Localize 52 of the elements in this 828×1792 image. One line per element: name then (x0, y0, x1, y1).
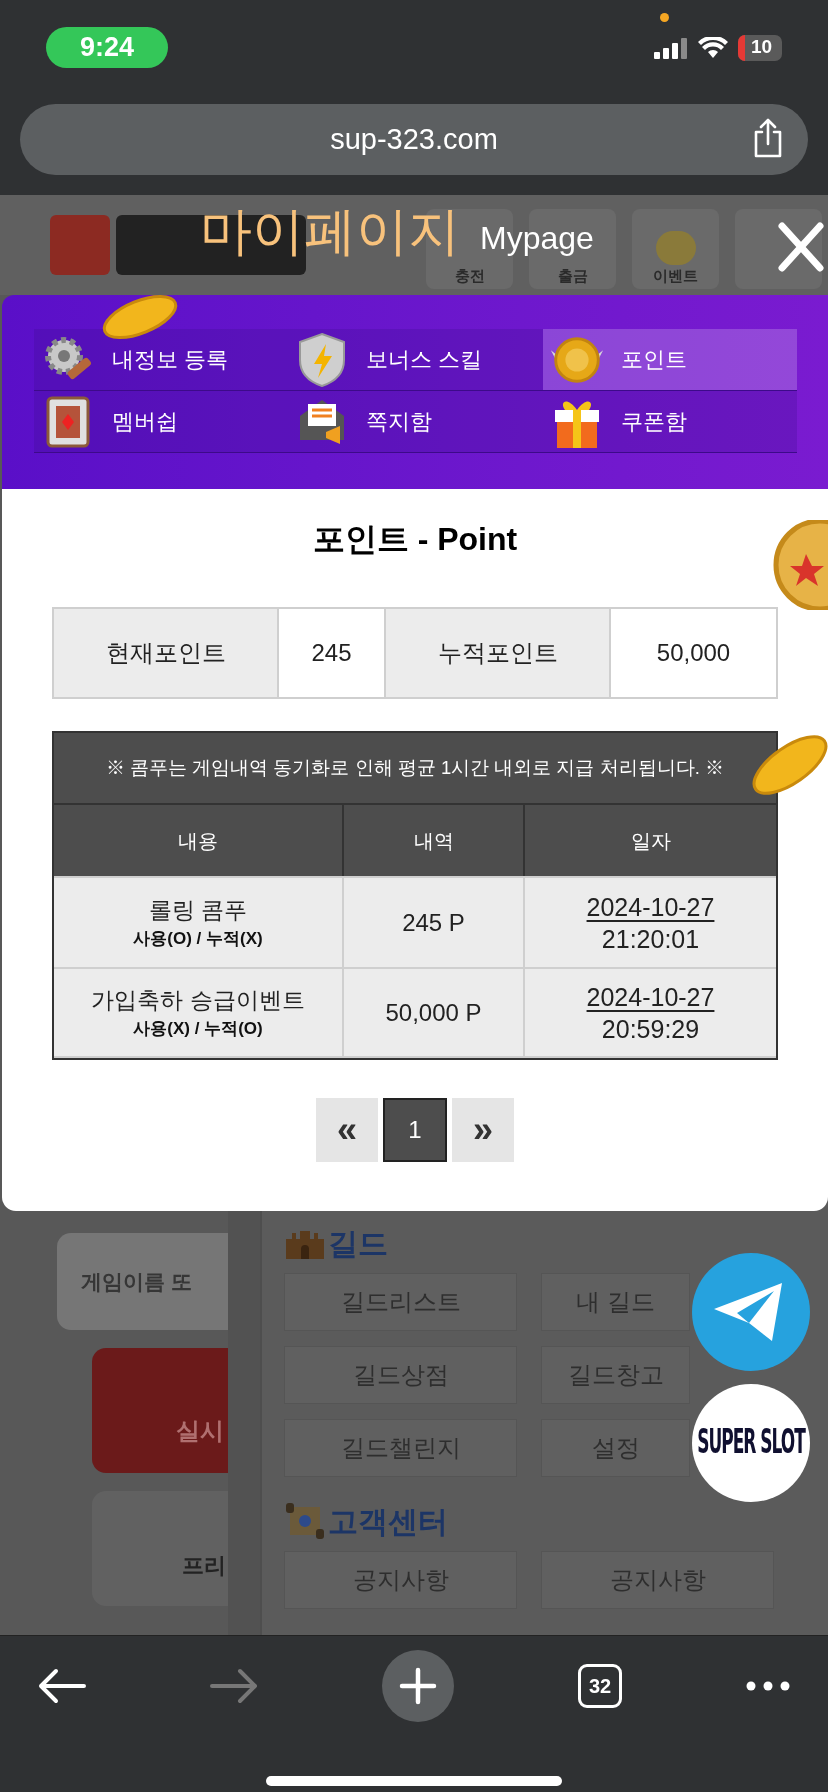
section-title: 고객센터 (328, 1503, 448, 1540)
section-title: 길드 (328, 1225, 388, 1262)
entry-title: 롤링 콤푸 (148, 895, 248, 925)
game-card[interactable]: 프리 (92, 1491, 228, 1606)
coin-icon (100, 292, 180, 342)
address-bar[interactable]: sup-323.com (20, 104, 808, 175)
menu-tab[interactable]: 보너스 스킬 (288, 329, 543, 391)
time-pill: 9:24 (46, 27, 168, 68)
last-page-button[interactable]: » (452, 1098, 514, 1162)
summary-label: 현재포인트 (54, 609, 279, 697)
super-slot-logo: SUPER SLOT (697, 1420, 805, 1464)
modal-title: 마이페이지 (200, 201, 460, 262)
page-button[interactable]: 1 (383, 1098, 447, 1162)
entry-note: 사용(O) / 누적(X) (133, 927, 263, 950)
back-icon[interactable] (38, 1668, 86, 1704)
wifi-icon (698, 36, 728, 59)
entry-date: 2024-10-27 (586, 981, 715, 1013)
nav-link[interactable]: 출금 (557, 267, 588, 285)
entry-time: 20:59:29 (601, 1013, 700, 1045)
url-text: sup-323.com (330, 121, 498, 157)
first-page-button[interactable]: « (316, 1098, 378, 1162)
game-button[interactable]: 실시 (92, 1348, 228, 1473)
search-field[interactable]: 게임이름 또 (57, 1233, 228, 1330)
tab-count-button[interactable]: 32 (578, 1664, 622, 1708)
modal-subtitle: Mypage (480, 220, 594, 256)
share-icon[interactable] (752, 118, 784, 158)
telegram-button[interactable] (692, 1253, 810, 1371)
battery-level: 10 (749, 35, 774, 60)
notice-text: ※ 콤푸는 게임내역 동기화로 인해 평균 1시간 내외로 지급 처리됩니다. ※ (54, 733, 776, 803)
menu-tab[interactable]: 쪽지함 (288, 391, 543, 453)
entry-amount: 50,000 P (344, 969, 525, 1056)
entry-note: 사용(X) / 누적(O) (133, 1017, 263, 1040)
column-header: 일자 (629, 828, 672, 854)
nav-link[interactable]: 이벤트 (653, 267, 698, 285)
menu-tab[interactable]: 내정보 등록 (34, 329, 289, 391)
menu-tab[interactable]: 쿠폰함 (542, 391, 797, 453)
summary-label: 누적포인트 (386, 609, 611, 697)
more-icon[interactable] (746, 1681, 790, 1691)
close-icon[interactable] (778, 222, 824, 272)
recording-indicator-icon (660, 13, 669, 22)
menu-tab[interactable]: 포인트 (542, 329, 797, 391)
menu-tab[interactable]: 멤버쉽 (34, 391, 289, 453)
section-heading: 포인트 - Point (312, 520, 518, 559)
entry-time: 21:20:01 (601, 923, 700, 955)
nav-link[interactable]: 충전 (454, 267, 485, 285)
entry-title: 가입축하 승급이벤트 (91, 985, 305, 1015)
new-tab-button[interactable] (382, 1650, 454, 1722)
coin-icon (655, 231, 696, 265)
signal-icon (654, 36, 688, 59)
scroll-icon (284, 1501, 326, 1541)
entry-date: 2024-10-27 (586, 891, 715, 923)
battery-fill (738, 34, 745, 61)
